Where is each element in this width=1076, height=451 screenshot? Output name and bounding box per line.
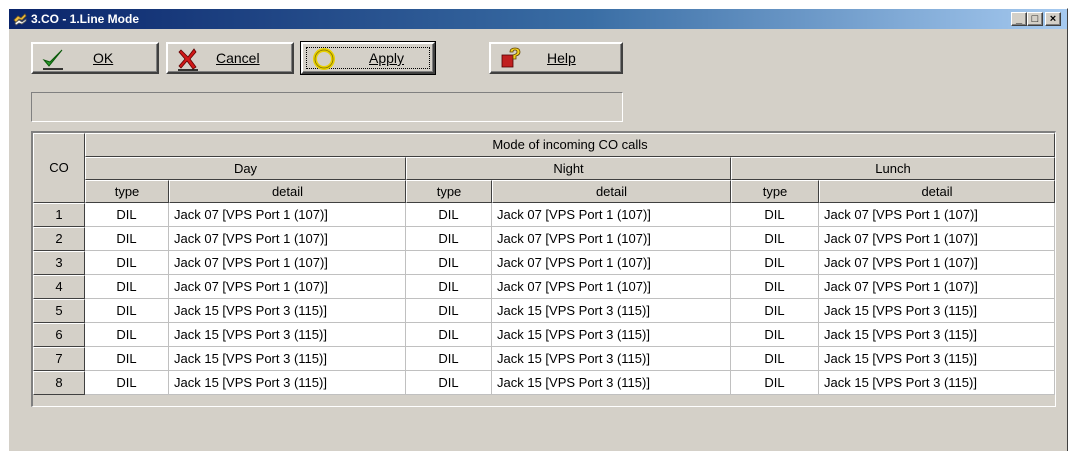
- detail-cell[interactable]: Jack 15 [VPS Port 3 (115)]: [819, 323, 1055, 347]
- detail-cell[interactable]: Jack 15 [VPS Port 3 (115)]: [169, 323, 406, 347]
- mode-header-lunch: Lunch: [731, 157, 1055, 180]
- type-cell[interactable]: DIL: [406, 275, 492, 299]
- row-header[interactable]: 7: [33, 347, 85, 371]
- type-column-header[interactable]: type: [406, 180, 492, 203]
- detail-cell[interactable]: Jack 15 [VPS Port 3 (115)]: [169, 371, 406, 395]
- row-header[interactable]: 2: [33, 227, 85, 251]
- detail-cell[interactable]: Jack 07 [VPS Port 1 (107)]: [169, 203, 406, 227]
- row-header[interactable]: 8: [33, 371, 85, 395]
- type-cell[interactable]: DIL: [731, 299, 819, 323]
- type-cell[interactable]: DIL: [731, 275, 819, 299]
- title-bar[interactable]: 3.CO - 1.Line Mode _ □ ×: [9, 9, 1067, 29]
- detail-cell[interactable]: Jack 15 [VPS Port 3 (115)]: [492, 371, 731, 395]
- mode-group-header: Mode of incoming CO calls: [85, 133, 1055, 157]
- type-cell[interactable]: DIL: [406, 347, 492, 371]
- row-header[interactable]: 6: [33, 323, 85, 347]
- question-mark-icon: [501, 47, 521, 68]
- mode-header-day: Day: [85, 157, 406, 180]
- type-cell[interactable]: DIL: [406, 371, 492, 395]
- type-cell[interactable]: DIL: [406, 203, 492, 227]
- row-header[interactable]: 5: [33, 299, 85, 323]
- type-column-header[interactable]: type: [85, 180, 169, 203]
- detail-cell[interactable]: Jack 07 [VPS Port 1 (107)]: [492, 227, 731, 251]
- detail-cell[interactable]: Jack 15 [VPS Port 3 (115)]: [819, 299, 1055, 323]
- help-button[interactable]: Help: [489, 42, 623, 74]
- type-cell[interactable]: DIL: [85, 371, 169, 395]
- detail-cell[interactable]: Jack 07 [VPS Port 1 (107)]: [492, 275, 731, 299]
- type-cell[interactable]: DIL: [85, 323, 169, 347]
- co-column-header[interactable]: CO: [33, 133, 85, 203]
- type-cell[interactable]: DIL: [85, 275, 169, 299]
- type-cell[interactable]: DIL: [731, 347, 819, 371]
- maximize-button[interactable]: □: [1027, 12, 1043, 26]
- apply-label: Apply: [369, 50, 405, 66]
- help-label: Help: [547, 50, 576, 66]
- type-cell[interactable]: DIL: [85, 251, 169, 275]
- close-icon: ×: [1049, 13, 1057, 25]
- detail-cell[interactable]: Jack 07 [VPS Port 1 (107)]: [819, 275, 1055, 299]
- type-column-header[interactable]: type: [731, 180, 819, 203]
- detail-cell[interactable]: Jack 15 [VPS Port 3 (115)]: [492, 347, 731, 371]
- cancel-button[interactable]: Cancel: [166, 42, 294, 74]
- type-cell[interactable]: DIL: [731, 371, 819, 395]
- type-cell[interactable]: DIL: [85, 227, 169, 251]
- detail-column-header[interactable]: detail: [492, 180, 731, 203]
- type-cell[interactable]: DIL: [406, 251, 492, 275]
- ok-label: OK: [93, 50, 114, 66]
- type-cell[interactable]: DIL: [731, 251, 819, 275]
- detail-cell[interactable]: Jack 15 [VPS Port 3 (115)]: [169, 347, 406, 371]
- mode-header-night: Night: [406, 157, 731, 180]
- type-cell[interactable]: DIL: [731, 227, 819, 251]
- detail-cell[interactable]: Jack 15 [VPS Port 3 (115)]: [492, 299, 731, 323]
- type-cell[interactable]: DIL: [85, 203, 169, 227]
- type-cell[interactable]: DIL: [85, 299, 169, 323]
- detail-cell[interactable]: Jack 07 [VPS Port 1 (107)]: [492, 251, 731, 275]
- detail-cell[interactable]: Jack 07 [VPS Port 1 (107)]: [819, 227, 1055, 251]
- minimize-icon: _: [1015, 13, 1023, 25]
- cancel-label: Cancel: [216, 50, 260, 66]
- type-cell[interactable]: DIL: [406, 323, 492, 347]
- type-cell[interactable]: DIL: [731, 323, 819, 347]
- type-cell[interactable]: DIL: [406, 227, 492, 251]
- detail-cell[interactable]: Jack 07 [VPS Port 1 (107)]: [169, 275, 406, 299]
- maximize-icon: □: [1031, 13, 1039, 25]
- type-cell[interactable]: DIL: [85, 347, 169, 371]
- detail-cell[interactable]: Jack 07 [VPS Port 1 (107)]: [492, 203, 731, 227]
- co-line-mode-grid: CO Mode of incoming CO calls Day type detail…: [31, 131, 1056, 407]
- row-header[interactable]: 3: [33, 251, 85, 275]
- type-cell[interactable]: DIL: [731, 203, 819, 227]
- detail-cell[interactable]: Jack 15 [VPS Port 3 (115)]: [819, 347, 1055, 371]
- detail-cell[interactable]: Jack 07 [VPS Port 1 (107)]: [819, 251, 1055, 275]
- detail-cell[interactable]: Jack 15 [VPS Port 3 (115)]: [819, 371, 1055, 395]
- hands-icon: [13, 13, 27, 26]
- detail-cell[interactable]: Jack 15 [VPS Port 3 (115)]: [169, 299, 406, 323]
- detail-cell[interactable]: Jack 15 [VPS Port 3 (115)]: [492, 323, 731, 347]
- type-cell[interactable]: DIL: [406, 299, 492, 323]
- detail-column-header[interactable]: detail: [169, 180, 406, 203]
- row-header[interactable]: 1: [33, 203, 85, 227]
- detail-cell[interactable]: Jack 07 [VPS Port 1 (107)]: [819, 203, 1055, 227]
- detail-cell[interactable]: Jack 07 [VPS Port 1 (107)]: [169, 251, 406, 275]
- row-header[interactable]: 4: [33, 275, 85, 299]
- detail-cell[interactable]: Jack 07 [VPS Port 1 (107)]: [169, 227, 406, 251]
- close-button[interactable]: ×: [1045, 12, 1061, 26]
- ok-button[interactable]: OK: [31, 42, 159, 74]
- line-mode-window: 3.CO - 1.Line Mode _ □ × OK Cancel Apply…: [8, 8, 1068, 451]
- x-mark-icon: [178, 48, 198, 71]
- window-title: 3.CO - 1.Line Mode: [31, 12, 140, 26]
- yellow-ring-icon: [313, 48, 335, 70]
- checkmark-icon: [42, 49, 63, 70]
- minimize-button[interactable]: _: [1011, 12, 1027, 26]
- apply-button[interactable]: Apply: [300, 41, 436, 75]
- detail-column-header[interactable]: detail: [819, 180, 1055, 203]
- status-message-box: [31, 92, 623, 122]
